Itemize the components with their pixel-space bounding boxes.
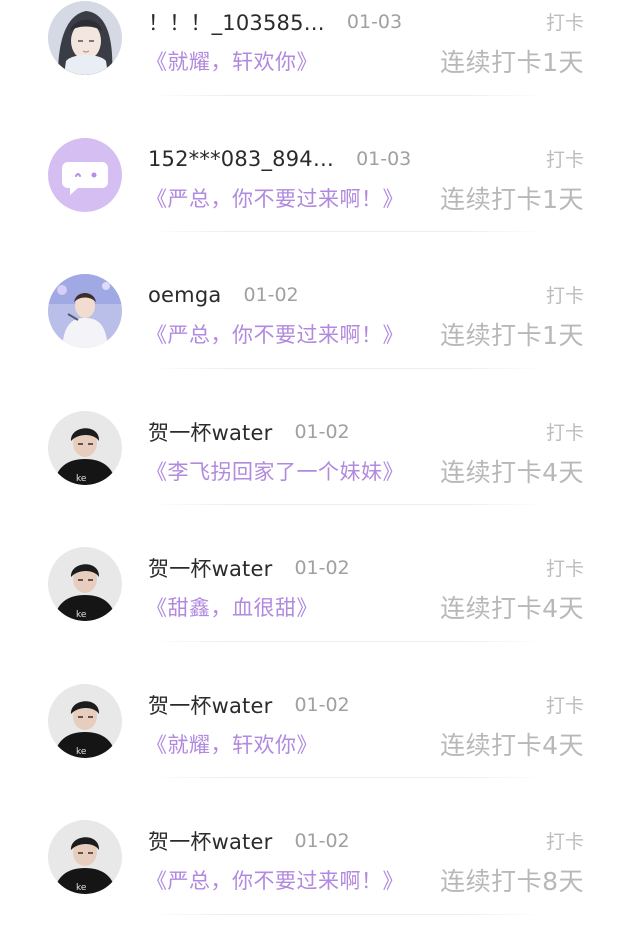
person-photo-avatar[interactable]: ke: [48, 410, 122, 485]
username[interactable]: 贺一杯water: [148, 417, 272, 447]
checkin-row[interactable]: ke 贺一杯water 01-02 《李飞拐回家了一个妹妹》 打卡 连续打卡4天: [0, 387, 640, 524]
book-title[interactable]: 《就耀，轩欢你》: [146, 729, 318, 759]
username[interactable]: 贺一杯water: [148, 826, 272, 856]
streak-count: 连续打卡1天: [440, 321, 584, 350]
checkin-label: 打卡: [545, 285, 584, 307]
svg-text:ke: ke: [76, 474, 87, 484]
streak-count: 连续打卡1天: [440, 48, 584, 77]
streak-count: 连续打卡8天: [440, 867, 584, 896]
checkin-label: 打卡: [545, 558, 584, 580]
checkin-date: 01-03: [356, 147, 412, 170]
checkin-label: 打卡: [545, 12, 584, 34]
book-title[interactable]: 《甜鑫，血很甜》: [146, 592, 318, 622]
chat-bubble-icon: [48, 137, 122, 212]
row-divider: [148, 94, 544, 96]
checkin-label: 打卡: [545, 694, 584, 717]
book-title[interactable]: 《就耀，轩欢你》: [146, 46, 318, 76]
person-photo-avatar[interactable]: ke: [48, 683, 122, 758]
row-divider: [148, 504, 544, 505]
avatar-image: ke: [48, 820, 122, 894]
username[interactable]: oemga: [148, 283, 221, 307]
avatar-image: [48, 1, 122, 75]
username[interactable]: 贺一杯water: [148, 690, 272, 720]
checkin-row[interactable]: ke 贺一杯water 01-02 《就耀，轩欢你》 打卡 连续打卡4天: [0, 660, 640, 797]
performer-photo-avatar[interactable]: [48, 274, 122, 348]
anime-character-avatar[interactable]: [48, 1, 122, 75]
svg-text:ke: ke: [76, 747, 87, 757]
username[interactable]: 152***083_894…: [148, 147, 334, 171]
svg-text:ke: ke: [76, 610, 87, 620]
avatar-image: ke: [48, 547, 122, 621]
avatar-image: ke: [48, 410, 122, 485]
checkin-label: 打卡: [545, 421, 584, 444]
checkin-row[interactable]: 152***083_894… 01-03 《严总，你不要过来啊！》 打卡 连续打…: [0, 114, 640, 251]
checkin-date: 01-02: [294, 420, 350, 443]
row-divider: [148, 231, 544, 232]
row-divider: [148, 913, 544, 915]
checkin-row[interactable]: oemga 01-02 《严总，你不要过来啊！》 打卡 连续打卡1天: [0, 250, 640, 387]
book-title[interactable]: 《严总，你不要过来啊！》: [146, 183, 404, 213]
book-title[interactable]: 《严总，你不要过来啊！》: [146, 865, 404, 895]
book-title[interactable]: 《严总，你不要过来啊！》: [146, 319, 404, 349]
streak-count: 连续打卡4天: [440, 457, 584, 487]
username[interactable]: 贺一杯water: [148, 553, 272, 583]
person-photo-avatar[interactable]: ke: [48, 820, 122, 894]
checkin-date: 01-02: [243, 284, 299, 306]
checkin-date: 01-02: [294, 693, 350, 716]
avatar-image: [48, 274, 122, 348]
checkin-list: ！！！_103585… 01-03 《就耀，轩欢你》 打卡 连续打卡1天 152…: [0, 0, 640, 933]
avatar-image: ke: [48, 683, 122, 758]
streak-count: 连续打卡4天: [440, 730, 584, 760]
person-photo-avatar[interactable]: ke: [48, 547, 122, 621]
checkin-row[interactable]: ！！！_103585… 01-03 《就耀，轩欢你》 打卡 连续打卡1天: [0, 0, 640, 114]
checkin-date: 01-03: [346, 11, 403, 33]
username[interactable]: ！！！_103585…: [148, 7, 325, 37]
checkin-row[interactable]: ke 贺一杯water 01-02 《严总，你不要过来啊！》 打卡 连续打卡8天: [0, 796, 640, 933]
checkin-date: 01-02: [294, 830, 350, 852]
row-divider: [148, 777, 544, 778]
chat-bubble-avatar[interactable]: [48, 137, 122, 212]
checkin-date: 01-02: [294, 557, 350, 579]
checkin-label: 打卡: [545, 831, 584, 853]
streak-count: 连续打卡4天: [440, 594, 584, 623]
book-title[interactable]: 《李飞拐回家了一个妹妹》: [146, 456, 404, 486]
svg-text:ke: ke: [76, 883, 87, 893]
row-divider: [148, 640, 544, 642]
checkin-label: 打卡: [545, 148, 584, 171]
streak-count: 连续打卡1天: [440, 184, 584, 214]
checkin-row[interactable]: ke 贺一杯water 01-02 《甜鑫，血很甜》 打卡 连续打卡4天: [0, 523, 640, 660]
row-divider: [148, 367, 544, 369]
